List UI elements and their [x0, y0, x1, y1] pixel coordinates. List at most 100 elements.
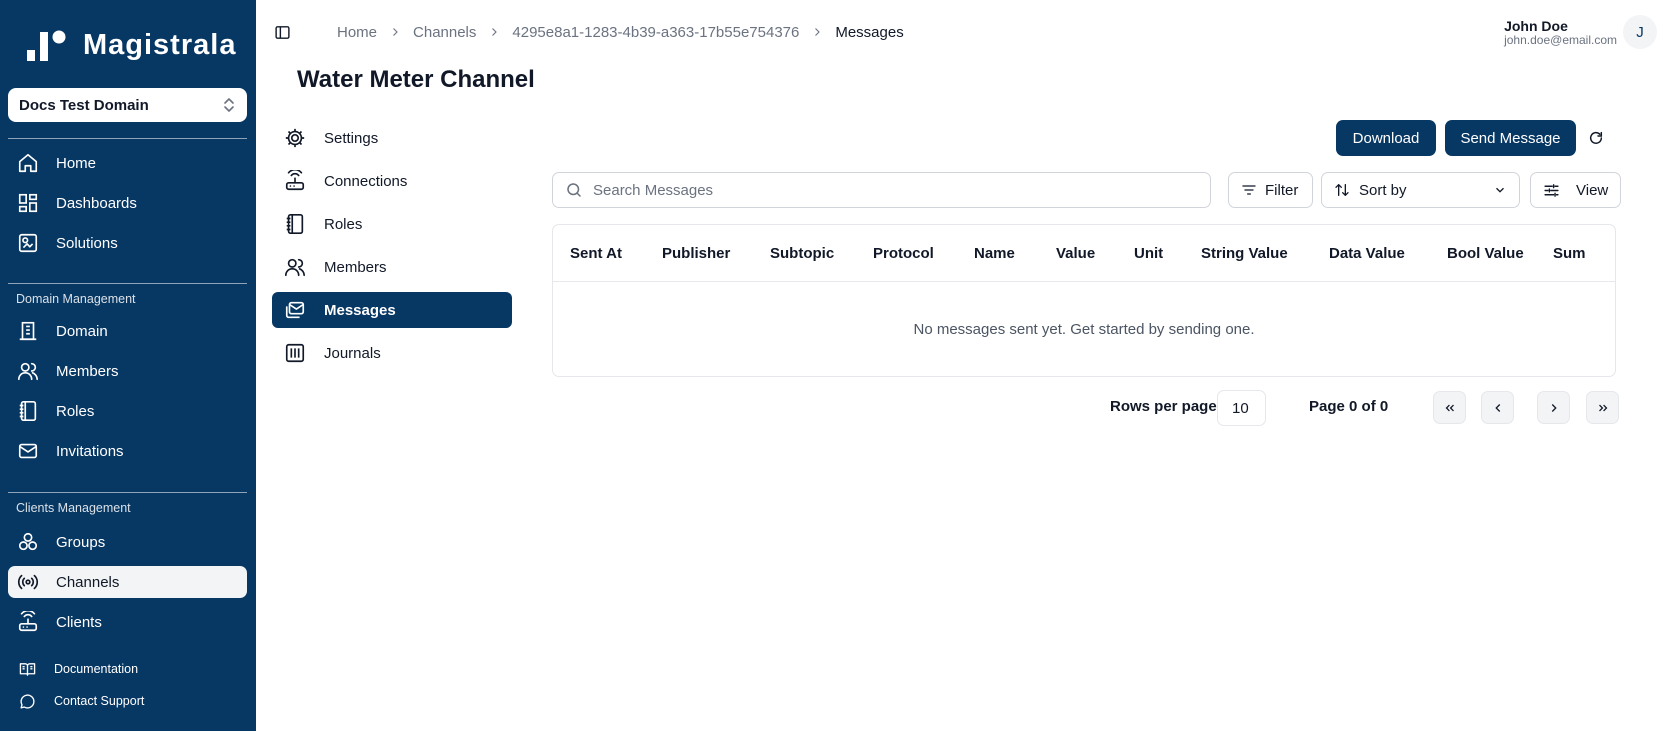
- column-header[interactable]: Subtopic: [770, 245, 834, 262]
- journal-icon: [284, 342, 306, 364]
- page-title: Water Meter Channel: [297, 66, 535, 93]
- home-icon: [17, 152, 39, 174]
- column-header[interactable]: Protocol: [873, 245, 934, 262]
- column-header[interactable]: Value: [1056, 245, 1095, 262]
- sidebar-item-clients[interactable]: Clients: [8, 606, 247, 638]
- tab-roles[interactable]: Roles: [272, 206, 512, 242]
- rows-per-page-label: Rows per page: [1110, 398, 1217, 415]
- column-header[interactable]: Bool Value: [1447, 245, 1524, 262]
- users-icon: [17, 360, 39, 382]
- panel-left-icon: [274, 25, 290, 39]
- sidebar-item-solutions[interactable]: Solutions: [8, 227, 247, 259]
- download-button[interactable]: Download: [1336, 120, 1436, 156]
- view-label: View: [1576, 181, 1609, 199]
- sort-by-select[interactable]: Sort by: [1321, 172, 1520, 208]
- avatar[interactable]: J: [1623, 15, 1657, 49]
- tab-label: Settings: [324, 129, 379, 147]
- search-input[interactable]: [593, 181, 1173, 199]
- sidebar-item-label: Clients: [56, 613, 102, 631]
- sidebar-toggle-button[interactable]: [272, 22, 292, 42]
- section-label-domain-management: Domain Management: [16, 292, 136, 306]
- previous-page-button[interactable]: [1481, 391, 1514, 424]
- user-email: john.doe@email.com: [1504, 33, 1617, 47]
- router-icon: [284, 170, 306, 192]
- filter-button[interactable]: Filter: [1228, 172, 1313, 208]
- view-button[interactable]: View: [1530, 172, 1621, 208]
- sidebar-item-contact-support[interactable]: Contact Support: [16, 689, 144, 713]
- column-header[interactable]: String Value: [1201, 245, 1288, 262]
- sidebar-divider: [8, 283, 247, 284]
- sidebar: Magistrala Docs Test Domain Home Dashboa…: [0, 0, 256, 731]
- tab-label: Connections: [324, 172, 408, 190]
- send-message-button[interactable]: Send Message: [1445, 120, 1576, 156]
- mail-icon: [17, 440, 39, 462]
- column-header[interactable]: Sum: [1553, 245, 1586, 262]
- sidebar-item-groups[interactable]: Groups: [8, 526, 247, 558]
- tab-label: Members: [324, 258, 387, 276]
- sidebar-item-label: Contact Support: [54, 694, 145, 708]
- brand-logo[interactable]: Magistrala: [27, 28, 236, 62]
- sidebar-item-domain[interactable]: Domain: [8, 315, 247, 347]
- column-header[interactable]: Publisher: [662, 245, 730, 262]
- sidebar-item-roles[interactable]: Roles: [8, 395, 247, 427]
- column-header[interactable]: Name: [974, 245, 1015, 262]
- section-label-clients-management: Clients Management: [16, 501, 131, 515]
- column-header[interactable]: Data Value: [1329, 245, 1405, 262]
- refresh-button[interactable]: [1586, 128, 1606, 148]
- solutions-icon: [17, 232, 39, 254]
- tab-members[interactable]: Members: [272, 249, 512, 285]
- sidebar-item-label: Invitations: [56, 442, 124, 460]
- sidebar-item-label: Groups: [56, 533, 106, 551]
- breadcrumb-current: Messages: [835, 23, 904, 41]
- sidebar-item-channels[interactable]: Channels: [8, 566, 247, 598]
- sort-by-label: Sort by: [1359, 181, 1407, 199]
- tab-label: Journals: [324, 344, 381, 362]
- sidebar-item-label: Home: [56, 154, 97, 172]
- tab-connections[interactable]: Connections: [272, 163, 512, 199]
- book-icon: [16, 661, 38, 678]
- sidebar-item-label: Dashboards: [56, 194, 137, 212]
- empty-state-message: No messages sent yet. Get started by sen…: [913, 321, 1255, 338]
- filter-icon: [1242, 185, 1256, 195]
- notebook-icon: [284, 213, 306, 235]
- next-page-button[interactable]: [1537, 391, 1570, 424]
- sidebar-item-dashboards[interactable]: Dashboards: [8, 187, 247, 219]
- users-icon: [284, 256, 306, 278]
- sidebar-item-label: Channels: [56, 573, 120, 591]
- domain-selector-label: Docs Test Domain: [19, 96, 149, 114]
- table-header: Sent At Publisher Subtopic Protocol Name…: [553, 225, 1615, 282]
- user-info[interactable]: John Doe john.doe@email.com: [1504, 18, 1617, 47]
- breadcrumb-home[interactable]: Home: [337, 24, 377, 41]
- tab-messages[interactable]: Messages: [272, 292, 512, 328]
- column-header[interactable]: Sent At: [570, 245, 622, 262]
- rows-per-page-select[interactable]: 10: [1217, 390, 1266, 426]
- breadcrumb-channel-id[interactable]: 4295e8a1-1283-4b39-a363-17b55e754376: [512, 24, 799, 41]
- first-page-button[interactable]: [1433, 391, 1466, 424]
- settings-icon: [284, 127, 306, 149]
- sidebar-item-label: Roles: [56, 402, 95, 420]
- sidebar-item-documentation[interactable]: Documentation: [16, 657, 138, 681]
- magistrala-logo-icon: [27, 30, 66, 61]
- app-root: Magistrala Docs Test Domain Home Dashboa…: [0, 0, 1673, 731]
- domain-selector[interactable]: Docs Test Domain: [8, 88, 247, 122]
- last-page-button[interactable]: [1586, 391, 1619, 424]
- column-header[interactable]: Unit: [1134, 245, 1163, 262]
- chevron-down-icon: [1496, 187, 1504, 193]
- sidebar-item-label: Members: [56, 362, 119, 380]
- tab-journals[interactable]: Journals: [272, 335, 512, 371]
- sidebar-item-home[interactable]: Home: [8, 147, 247, 179]
- chevrons-right-icon: [1598, 404, 1607, 411]
- sort-by-value: Sort by: [1334, 182, 1407, 199]
- radio-icon: [17, 571, 39, 593]
- filter-label: Filter: [1265, 181, 1299, 199]
- messages-icon: [284, 299, 306, 321]
- sidebar-item-members[interactable]: Members: [8, 355, 247, 387]
- breadcrumb-channels[interactable]: Channels: [413, 24, 476, 41]
- chevron-up-down-icon: [224, 98, 234, 112]
- sidebar-divider: [8, 138, 247, 139]
- tab-settings[interactable]: Settings: [272, 120, 512, 156]
- chevron-left-icon: [1494, 403, 1500, 412]
- sidebar-item-invitations[interactable]: Invitations: [8, 435, 247, 467]
- router-icon: [17, 611, 39, 633]
- search-box[interactable]: [552, 172, 1211, 208]
